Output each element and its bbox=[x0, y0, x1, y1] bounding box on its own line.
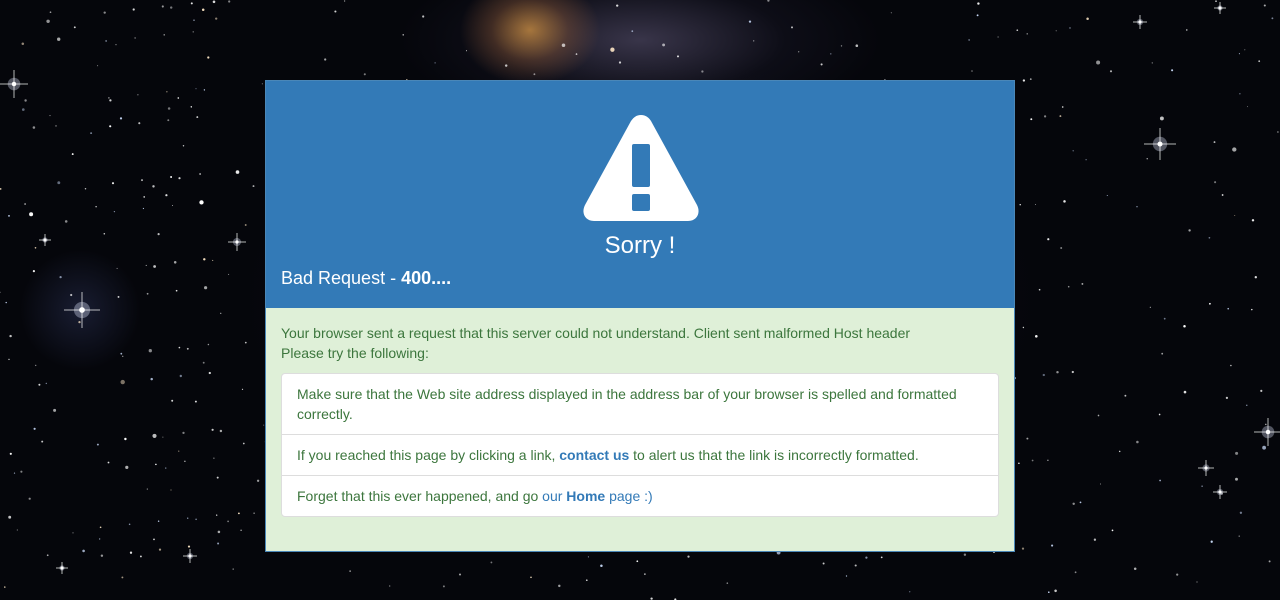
item-text: Forget that this ever happened, and go bbox=[297, 488, 543, 504]
warning-triangle-icon bbox=[583, 115, 699, 221]
item-text: to alert us that the link is incorrectly… bbox=[629, 447, 919, 463]
suggestion-list: Make sure that the Web site address disp… bbox=[281, 373, 999, 517]
list-item: If you reached this page by clicking a l… bbox=[282, 434, 998, 475]
panel-heading: Sorry ! Bad Request - 400.... bbox=[266, 81, 1014, 308]
sorry-title: Sorry ! bbox=[604, 232, 676, 259]
instruction-text: Please try the following: bbox=[281, 345, 429, 361]
item-text: If you reached this page by clicking a l… bbox=[297, 447, 560, 463]
error-label: Bad Request - bbox=[281, 268, 402, 288]
error-code: 400.... bbox=[401, 268, 452, 288]
home-page-link[interactable]: our Home page :) bbox=[542, 488, 653, 504]
error-panel: Sorry ! Bad Request - 400.... Your brows… bbox=[265, 80, 1015, 552]
panel-body: Your browser sent a request that this se… bbox=[266, 308, 1014, 517]
contact-us-link[interactable]: contact us bbox=[559, 447, 629, 463]
error-message: Your browser sent a request that this se… bbox=[281, 325, 911, 341]
list-item: Forget that this ever happened, and go o… bbox=[282, 475, 998, 516]
list-item: Make sure that the Web site address disp… bbox=[297, 386, 957, 422]
error-status: Bad Request - 400.... bbox=[281, 268, 451, 289]
